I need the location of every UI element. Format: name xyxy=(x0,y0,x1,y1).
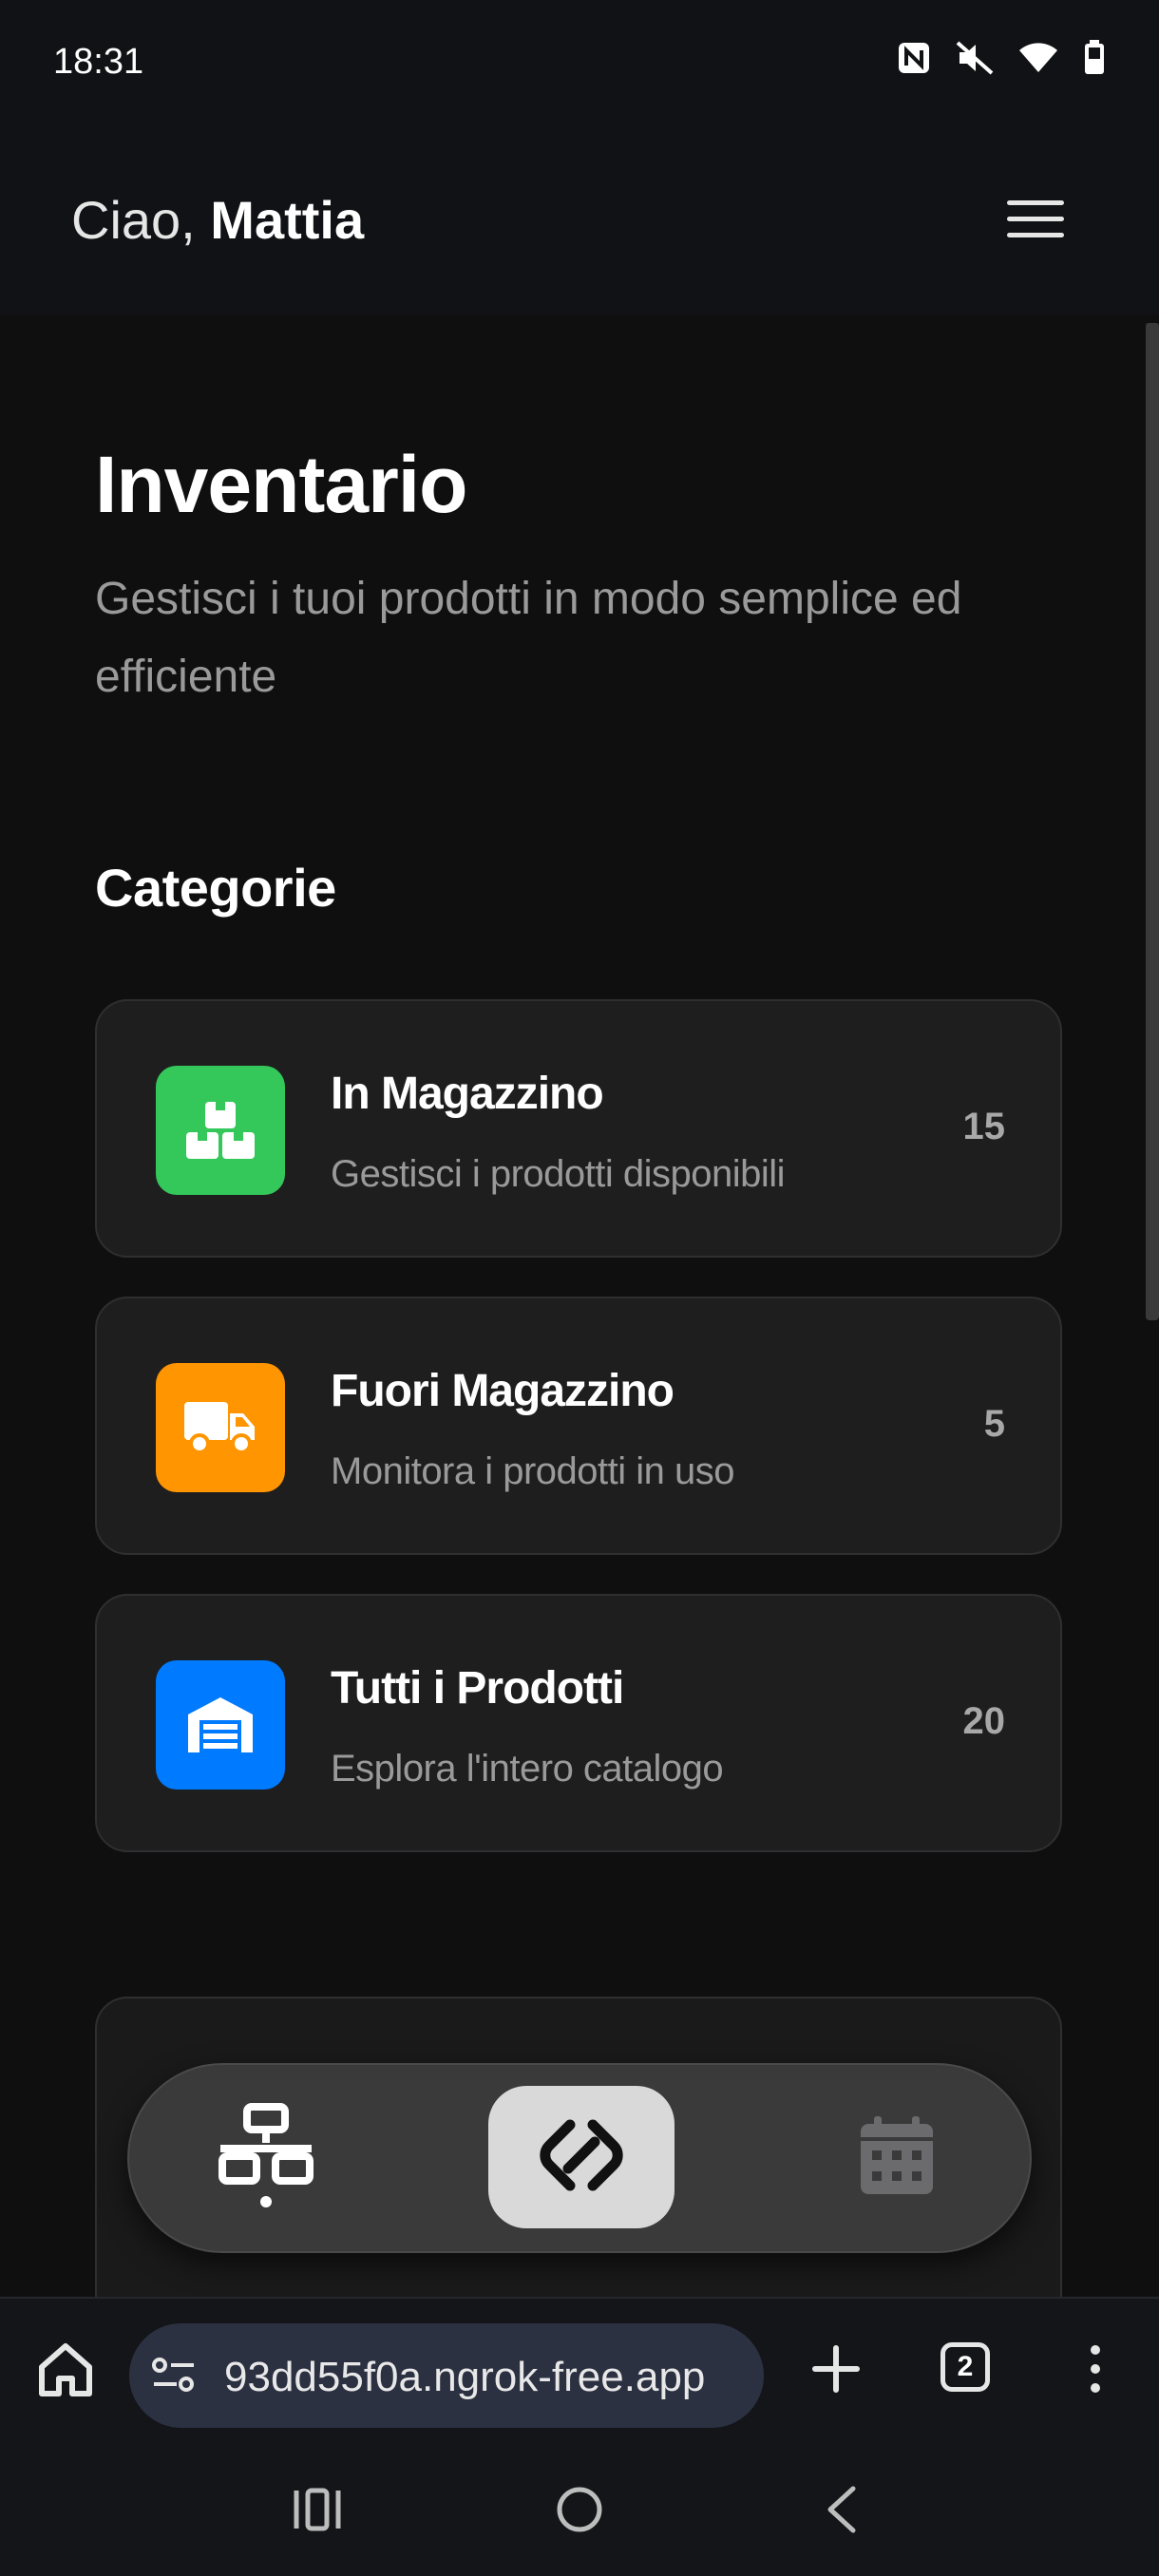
category-count: 20 xyxy=(962,1700,1006,1742)
user-name: Mattia xyxy=(210,190,365,250)
category-title: Tutti i Prodotti xyxy=(331,1663,624,1714)
status-time: 18:31 xyxy=(53,42,144,82)
greeting-prefix: Ciao, xyxy=(71,190,211,250)
nav-network-button[interactable] xyxy=(173,2086,359,2228)
category-title: Fuori Magazzino xyxy=(331,1366,674,1416)
category-description: Esplora l'intero catalogo xyxy=(331,1748,724,1790)
category-description: Gestisci i prodotti disponibili xyxy=(331,1153,786,1195)
calendar-icon xyxy=(859,2114,935,2201)
category-title: In Magazzino xyxy=(331,1069,604,1119)
category-count: 5 xyxy=(983,1403,1005,1445)
categories-heading: Categorie xyxy=(95,858,336,918)
mute-icon xyxy=(956,41,994,75)
new-tab-icon[interactable] xyxy=(808,2340,864,2397)
address-bar[interactable]: 93dd55f0a.ngrok-free.app xyxy=(129,2323,764,2428)
home-icon[interactable] xyxy=(36,2340,95,2399)
nav-calendar-button[interactable] xyxy=(804,2086,990,2228)
nfc-scan-icon xyxy=(532,2106,631,2209)
page-subtitle: Gestisci i tuoi prodotti in modo semplic… xyxy=(95,574,962,702)
truck-icon xyxy=(156,1363,285,1492)
site-settings-icon[interactable] xyxy=(150,2356,198,2398)
more-options-icon[interactable] xyxy=(1081,2340,1110,2397)
category-count: 15 xyxy=(962,1106,1006,1147)
scrollbar-thumb[interactable] xyxy=(1146,323,1159,1320)
boxes-icon xyxy=(156,1066,285,1195)
category-description: Monitora i prodotti in uso xyxy=(331,1450,735,1492)
back-icon[interactable] xyxy=(821,2485,863,2539)
system-navigation xyxy=(0,2447,1159,2576)
home-circle-icon[interactable] xyxy=(555,2485,604,2539)
nav-nfc-button[interactable] xyxy=(488,2086,674,2228)
hamburger-menu-icon[interactable] xyxy=(1007,200,1064,246)
category-card-in-magazzino[interactable]: In Magazzino Gestisci i prodotti disponi… xyxy=(95,999,1062,1258)
recent-apps-icon[interactable] xyxy=(291,2485,344,2539)
floating-nav xyxy=(127,2063,1032,2253)
nfc-icon xyxy=(897,41,931,75)
wifi-icon xyxy=(1018,42,1058,74)
category-card-fuori-magazzino[interactable]: Fuori Magazzino Monitora i prodotti in u… xyxy=(95,1297,1062,1555)
category-card-tutti-prodotti[interactable]: Tutti i Prodotti Esplora l'intero catalo… xyxy=(95,1594,1062,1852)
status-icons xyxy=(897,40,1106,76)
battery-icon xyxy=(1083,40,1106,76)
url-text: 93dd55f0a.ngrok-free.app xyxy=(224,2354,706,2400)
warehouse-icon xyxy=(156,1660,285,1790)
app-header: Ciao, Mattia xyxy=(0,128,1159,314)
greeting: Ciao, Mattia xyxy=(71,189,364,251)
status-bar: 18:31 xyxy=(0,0,1159,128)
browser-toolbar: 93dd55f0a.ngrok-free.app 2 xyxy=(0,2297,1159,2449)
page-title: Inventario xyxy=(95,440,467,529)
network-icon xyxy=(215,2102,317,2212)
tab-switcher-button[interactable]: 2 xyxy=(940,2342,990,2392)
